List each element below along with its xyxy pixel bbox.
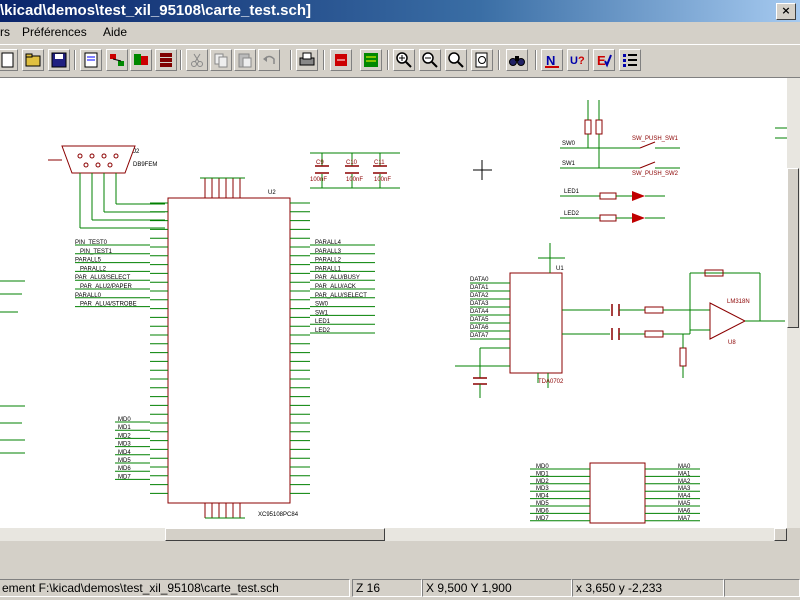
cpu-ref: U2 [268,190,276,196]
status-zoom: Z 16 [352,579,422,597]
library-browser-icon[interactable] [360,49,382,71]
svg-text:U: U [570,55,578,67]
dac-ref: U1 [556,266,564,272]
erc-icon[interactable]: U? [567,49,589,71]
cpu-value: XC95108PC84 [258,512,299,518]
data-bus-label: DATA6 [470,325,489,331]
net-sw0: SW0 [562,141,576,147]
horizontal-scroll-thumb[interactable] [165,528,385,541]
svg-text:?: ? [578,55,585,67]
status-abs-coords: X 9,500 Y 1,900 [422,579,572,597]
switch-1-label: SW_PUSH_SW1 [632,136,679,142]
zoom-out-icon[interactable] [419,49,441,71]
cut-icon[interactable] [186,49,208,71]
vertical-scroll-thumb[interactable] [787,168,799,328]
netlist-icon[interactable]: N [541,49,563,71]
opamp-value: LM318N [727,299,750,305]
status-extra [724,579,800,597]
led-icon [632,191,645,223]
new-sheet-icon[interactable] [0,49,18,71]
cap-value-2: 100nF [346,177,363,183]
svg-text:E: E [597,53,606,68]
zoom-redraw-icon[interactable] [445,49,467,71]
net-led2: LED2 [564,211,580,217]
close-button[interactable]: × [776,3,796,20]
window-title: \kicad\demos\test_xil_95108\carte_test.s… [0,2,312,19]
message-panel [0,541,800,576]
db9-ref: J2 [133,149,140,155]
menu-preferences[interactable]: Préférences [22,25,87,39]
sheet-setup-icon[interactable] [80,49,102,71]
vertical-scrollbar[interactable] [787,78,800,528]
cap-c9: C9 [316,160,324,166]
copy-icon[interactable] [210,49,232,71]
paste-icon[interactable] [234,49,256,71]
dac-value: TDA0702 [538,379,564,385]
title-bar: \kicad\demos\test_xil_95108\carte_test.s… [0,0,800,22]
switch-2-label: SW_PUSH_SW2 [632,171,679,177]
library-editor-icon[interactable] [330,49,352,71]
cap-c10: C10 [346,160,358,166]
data-bus-label: DATA7 [470,333,489,339]
find-icon[interactable] [506,49,528,71]
scroll-corner [787,528,800,541]
opamp-ref: U8 [728,340,736,346]
data-bus-label: DATA3 [470,301,489,307]
data-bus-label: DATA5 [470,317,489,323]
horizontal-scrollbar[interactable] [0,528,787,541]
cap-c11: C11 [374,160,385,166]
bom-list-icon[interactable] [619,49,641,71]
print-icon[interactable] [296,49,318,71]
status-file: ement F:\kicad\demos\test_xil_95108\cart… [0,579,350,597]
bom-icon[interactable] [155,49,177,71]
svg-text:N: N [546,53,555,68]
cap-value-3: 100nF [374,177,391,183]
save-icon[interactable] [48,49,70,71]
zoom-auto-icon[interactable] [471,49,493,71]
undo-icon[interactable] [258,49,280,71]
status-rel-coords: x 3,650 y -2,233 [572,579,724,597]
menu-help[interactable]: Aide [103,25,127,39]
cap-value-1: 100nF [310,177,327,183]
schematic-canvas[interactable]: J2 DB9FEM U2 XC95108PC84 C9 C10 C11 100n… [0,78,787,528]
annotate-icon[interactable] [130,49,152,71]
status-bar: ement F:\kicad\demos\test_xil_95108\cart… [0,576,800,600]
toolbar: N U? E [0,44,800,78]
data-bus-label: DATA0 [470,277,489,283]
scroll-right-arrow[interactable] [774,528,787,541]
net-sw1: SW1 [562,161,576,167]
data-bus-label: DATA2 [470,293,489,299]
zoom-in-icon[interactable] [393,49,415,71]
db9-value: DB9FEM [133,162,157,168]
hierarchy-nav-icon[interactable] [106,49,128,71]
crosshair-cursor [473,160,492,180]
menu-tools[interactable]: rs [0,25,10,39]
schematic-drawing[interactable]: J2 DB9FEM U2 XC95108PC84 C9 C10 C11 100n… [0,78,787,528]
drc-icon[interactable]: E [593,49,615,71]
menu-bar: rs Préférences Aide [0,22,800,42]
data-bus-label: DATA1 [470,285,489,291]
open-icon[interactable] [22,49,44,71]
data-bus-label: DATA4 [470,309,489,315]
net-led1: LED1 [564,189,580,195]
